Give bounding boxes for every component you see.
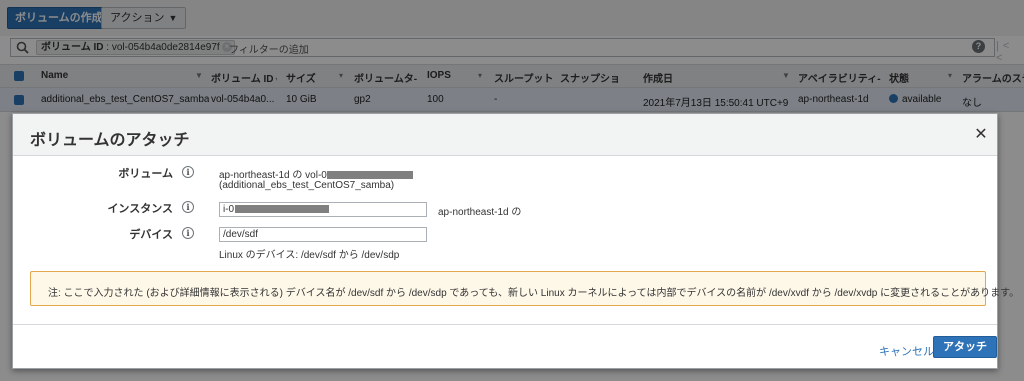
device-label: デバイス [129, 229, 173, 241]
device-input[interactable]: /dev/sdf [219, 227, 427, 242]
close-icon[interactable]: ✕ [971, 125, 991, 145]
info-icon[interactable]: i [182, 201, 194, 213]
attach-button[interactable]: アタッチ [933, 336, 997, 358]
volume-name: (additional_ebs_test_CentOS7_samba) [219, 180, 395, 191]
info-icon[interactable]: i [182, 227, 194, 239]
instance-input-text: i-0 [223, 204, 235, 215]
instance-input[interactable]: i-0 [219, 202, 427, 217]
dialog-header: ボリュームのアタッチ ✕ [13, 114, 997, 156]
attach-volume-dialog: ボリュームのアタッチ ✕ ボリューム i ap-northeast-1d の v… [12, 113, 1019, 369]
info-icon[interactable]: i [182, 166, 194, 178]
dialog-divider [13, 324, 997, 325]
redacted-block [235, 205, 330, 213]
device-hint: Linux のデバイス: /dev/sdf から /dev/sdp [219, 250, 400, 261]
instance-az-suffix: ap-northeast-1d の [438, 207, 522, 218]
dialog-title: ボリュームのアタッチ [30, 132, 190, 149]
note-text: 注: ここで入力された (および詳細情報に表示される) デバイス名が /dev/… [48, 288, 1020, 299]
volume-label: ボリューム [118, 168, 173, 180]
volume-value: ap-northeast-1d の vol-0 [219, 166, 413, 181]
cancel-button[interactable]: キャンセル [879, 343, 934, 359]
instance-label: インスタンス [107, 203, 173, 215]
device-name-note: 注: ここで入力された (および詳細情報に表示される) デバイス名が /dev/… [30, 271, 1019, 306]
redacted-block [326, 171, 413, 179]
